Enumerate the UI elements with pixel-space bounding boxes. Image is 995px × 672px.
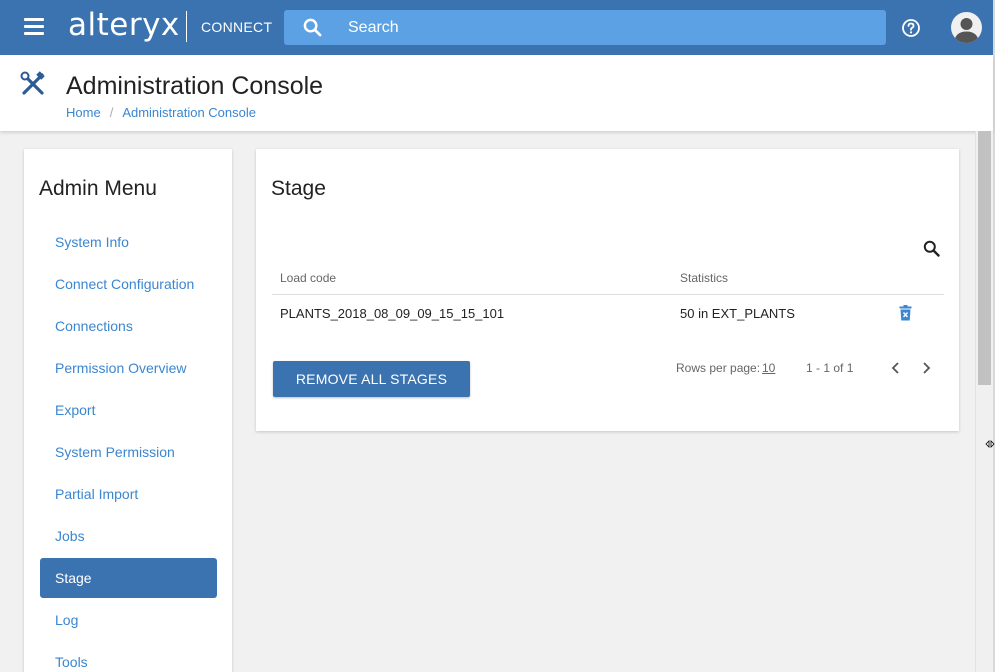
menu-item-system-info[interactable]: System Info [40, 222, 217, 262]
delete-icon[interactable] [899, 305, 912, 321]
page-header: Administration Console Home / Administrati… [0, 55, 993, 131]
breadcrumb-admin-console[interactable]: Administration Console [122, 105, 256, 120]
resize-cursor-icon [985, 440, 995, 448]
page-title: Administration Console [66, 72, 324, 100]
admin-menu-title: Admin Menu [39, 177, 157, 200]
search-icon[interactable] [303, 18, 322, 37]
breadcrumb: Home / Administration Console [66, 105, 256, 120]
user-avatar-icon[interactable] [951, 12, 982, 43]
column-header-statistics[interactable]: Statistics [680, 271, 728, 285]
breadcrumb-separator: / [109, 105, 114, 120]
rows-per-page-select[interactable]: 10 [762, 361, 775, 375]
menu-icon[interactable] [24, 18, 44, 36]
cell-load-code: PLANTS_2018_08_09_09_15_15_101 [280, 306, 505, 321]
page-scrollbar[interactable] [975, 131, 993, 672]
stage-panel: Stage Load code Statistics PLANTS_2018_0… [256, 149, 959, 431]
top-bar: alteryx CONNECT [0, 0, 993, 55]
stage-title: Stage [271, 177, 326, 200]
rows-per-page-label: Rows per page: [676, 361, 761, 375]
search-input[interactable] [348, 10, 868, 45]
chevron-right-icon[interactable] [918, 360, 934, 376]
help-icon[interactable] [901, 18, 921, 38]
menu-item-system-permission[interactable]: System Permission [40, 432, 217, 472]
remove-all-stages-button[interactable]: REMOVE ALL STAGES [273, 361, 470, 397]
menu-item-export[interactable]: Export [40, 390, 217, 430]
logo-divider [186, 11, 187, 42]
menu-item-partial-import[interactable]: Partial Import [40, 474, 217, 514]
alteryx-logo[interactable]: alteryx [68, 7, 180, 43]
menu-item-connections[interactable]: Connections [40, 306, 217, 346]
scrollbar-thumb[interactable] [978, 131, 991, 385]
pagination-range: 1 - 1 of 1 [806, 361, 854, 375]
table-search-icon[interactable] [923, 240, 940, 257]
cell-statistics: 50 in EXT_PLANTS [680, 306, 795, 321]
menu-item-connect-configuration[interactable]: Connect Configuration [40, 264, 217, 304]
menu-item-tools[interactable]: Tools [40, 642, 217, 672]
admin-menu: Admin Menu System Info Connect Configura… [24, 149, 232, 672]
menu-item-stage[interactable]: Stage [40, 558, 217, 598]
menu-item-log[interactable]: Log [40, 600, 217, 640]
menu-item-permission-overview[interactable]: Permission Overview [40, 348, 217, 388]
breadcrumb-home[interactable]: Home [66, 105, 101, 120]
table-header-divider [272, 294, 944, 295]
column-header-load-code[interactable]: Load code [280, 271, 336, 285]
chevron-left-icon[interactable] [888, 360, 904, 376]
tools-icon [20, 71, 45, 95]
connect-label: CONNECT [201, 19, 273, 35]
search-bar[interactable] [284, 10, 886, 45]
menu-item-jobs[interactable]: Jobs [40, 516, 217, 556]
